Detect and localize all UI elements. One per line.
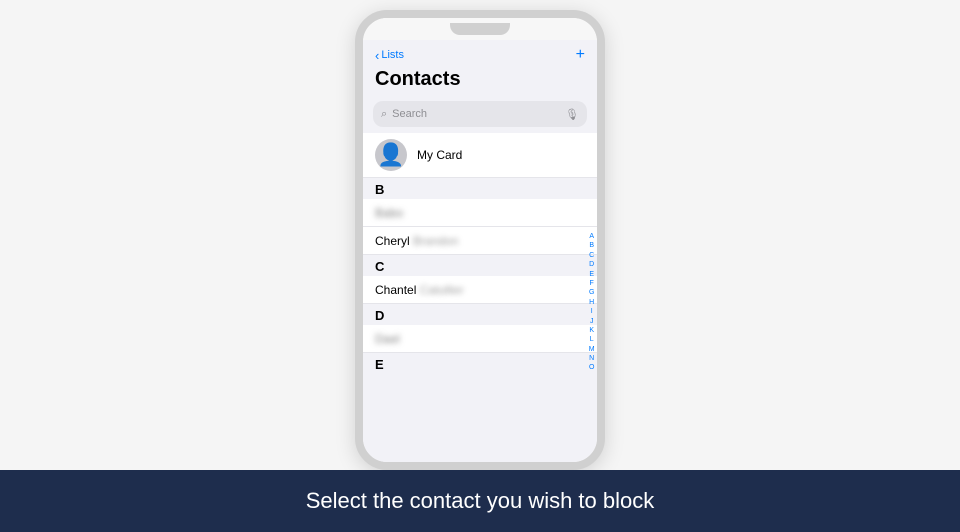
alpha-sidebar: A B C D E F G H I J K L M N O <box>588 233 595 374</box>
section-header-d: D <box>363 304 597 325</box>
contacts-list: 👤 My Card B Babo Cheryl Brandon <box>363 133 597 374</box>
phone-frame: ‹ Lists + Contacts ⌕ Search 🎙 <box>355 10 605 470</box>
alpha-h[interactable]: H <box>588 299 595 307</box>
alpha-g[interactable]: G <box>588 289 595 297</box>
app-content: ‹ Lists + Contacts ⌕ Search 🎙 <box>363 40 597 462</box>
section-header-b: B <box>363 178 597 199</box>
nav-add-button[interactable]: + <box>576 46 585 64</box>
person-icon: 👤 <box>377 144 404 166</box>
page-title: Contacts <box>375 68 585 91</box>
alpha-a[interactable]: A <box>588 233 595 241</box>
contact-name: Babo <box>375 206 403 220</box>
page-wrapper: ‹ Lists + Contacts ⌕ Search 🎙 <box>0 0 960 532</box>
instruction-text: Select the contact you wish to block <box>306 488 655 514</box>
back-chevron-icon: ‹ <box>375 48 379 63</box>
alpha-d[interactable]: D <box>588 261 595 269</box>
contacts-title-section: Contacts <box>363 66 597 97</box>
contact-name: Chantel Catullier <box>375 283 464 297</box>
alpha-k[interactable]: K <box>588 327 595 335</box>
alpha-o[interactable]: O <box>588 364 595 372</box>
alpha-b[interactable]: B <box>588 242 595 250</box>
search-placeholder: Search <box>392 108 560 120</box>
avatar: 👤 <box>375 139 407 171</box>
alpha-m[interactable]: M <box>588 346 595 354</box>
alpha-j[interactable]: J <box>588 318 595 326</box>
contact-name: Dael <box>375 332 400 346</box>
nav-back-button[interactable]: ‹ Lists <box>375 48 404 63</box>
list-item[interactable]: Chantel Catullier <box>363 276 597 304</box>
my-card-row[interactable]: 👤 My Card <box>363 133 597 178</box>
alpha-c[interactable]: C <box>588 252 595 260</box>
section-header-e: E <box>363 353 597 374</box>
list-item[interactable]: Cheryl Brandon <box>363 227 597 255</box>
search-icon: ⌕ <box>381 108 387 121</box>
alpha-l[interactable]: L <box>588 336 595 344</box>
phone-notch <box>450 23 510 35</box>
alpha-e[interactable]: E <box>588 271 595 279</box>
microphone-icon: 🎙 <box>565 108 579 121</box>
my-card-label: My Card <box>417 148 462 162</box>
phone-container: ‹ Lists + Contacts ⌕ Search 🎙 <box>355 10 605 470</box>
nav-back-label: Lists <box>381 49 404 61</box>
alpha-i[interactable]: I <box>588 308 595 316</box>
search-bar[interactable]: ⌕ Search 🎙 <box>373 101 587 127</box>
phone-top-bar <box>363 18 597 40</box>
nav-header: ‹ Lists + <box>363 40 597 66</box>
contact-name: Cheryl Brandon <box>375 234 458 248</box>
section-header-c: C <box>363 255 597 276</box>
instruction-banner: Select the contact you wish to block <box>0 470 960 532</box>
alpha-n[interactable]: N <box>588 355 595 363</box>
list-item[interactable]: Babo <box>363 199 597 227</box>
list-item[interactable]: Dael <box>363 325 597 353</box>
alpha-f[interactable]: F <box>588 280 595 288</box>
